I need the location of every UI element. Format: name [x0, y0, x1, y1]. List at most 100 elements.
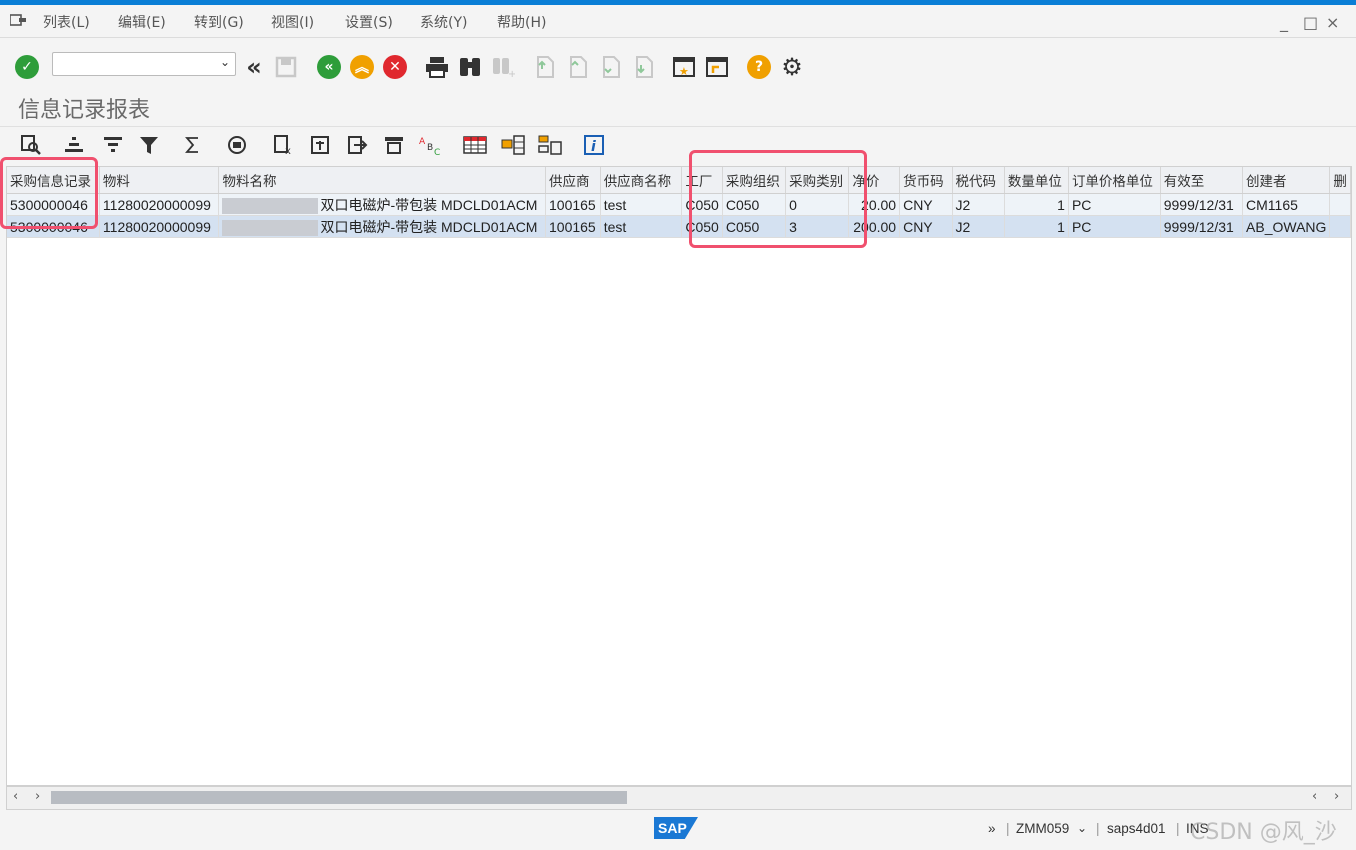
- minimize-button[interactable]: _: [1280, 13, 1288, 32]
- col-header-material[interactable]: 物料: [99, 167, 220, 194]
- status-expand-button[interactable]: »: [988, 821, 996, 836]
- enter-icon[interactable]: ✓: [14, 54, 40, 80]
- watermark: CSDN @风_沙: [1190, 820, 1337, 845]
- next-page-icon[interactable]: [597, 54, 623, 80]
- last-page-icon[interactable]: [630, 54, 656, 80]
- maximize-button[interactable]: □: [1303, 13, 1318, 32]
- cell-tax-code[interactable]: J2: [952, 215, 1005, 238]
- graphics-icon[interactable]: [500, 132, 526, 158]
- cell-vendor-name[interactable]: test: [600, 215, 683, 238]
- chevron-down-icon[interactable]: ⌄: [220, 55, 230, 69]
- status-system[interactable]: saps4d01: [1107, 821, 1166, 836]
- scrollbar-thumb[interactable]: [51, 791, 627, 804]
- settings-icon[interactable]: ⚙: [779, 53, 805, 81]
- cell-created-by[interactable]: CM1165: [1242, 193, 1331, 216]
- menu-list[interactable]: 列表(L): [43, 12, 90, 32]
- sum-icon[interactable]: [180, 132, 206, 158]
- cell-vendor[interactable]: 100165: [545, 215, 601, 238]
- menu-system[interactable]: 系统(Y): [420, 12, 467, 32]
- cell-vendor-name[interactable]: test: [600, 193, 683, 216]
- col-header-tax-code[interactable]: 税代码: [952, 167, 1005, 194]
- table-row[interactable]: 5300000046 11280020000099 双口电磁炉-带包装 MDCL…: [7, 215, 1351, 238]
- exit-icon[interactable]: ︽: [349, 54, 375, 80]
- cell-valid-to[interactable]: 9999/12/31: [1160, 193, 1244, 216]
- cell-order-price-unit[interactable]: PC: [1068, 193, 1161, 216]
- prev-page-icon[interactable]: [564, 54, 590, 80]
- scroll-right-icon[interactable]: ›: [35, 789, 40, 804]
- print-preview-icon[interactable]: x: [270, 132, 296, 158]
- menu-goto[interactable]: 转到(G): [194, 12, 244, 32]
- col-header-truncated[interactable]: 删: [1329, 167, 1351, 194]
- menu-view[interactable]: 视图(I): [271, 12, 314, 32]
- col-header-order-price-unit[interactable]: 订单价格单位: [1068, 167, 1161, 194]
- svg-text:+: +: [508, 69, 515, 78]
- horizontal-scrollbar[interactable]: ‹ › ‹ ›: [6, 786, 1352, 810]
- col-header-valid-to[interactable]: 有效至: [1160, 167, 1244, 194]
- scroll-left-end-icon[interactable]: ‹: [1312, 789, 1317, 804]
- print-icon[interactable]: [424, 54, 450, 80]
- sort-asc-icon[interactable]: [61, 132, 87, 158]
- back-icon[interactable]: «: [316, 54, 342, 80]
- cell-currency[interactable]: CNY: [899, 215, 953, 238]
- help-icon[interactable]: ?: [746, 54, 772, 80]
- info-record-table: 采购信息记录 物料 物料名称 供应商 供应商名称 工厂 采购组织 采购类别 净价…: [7, 167, 1351, 238]
- views-icon[interactable]: [462, 132, 488, 158]
- cell-quantity-unit[interactable]: 1: [1004, 193, 1069, 216]
- cell-created-by[interactable]: AB_OWANG: [1242, 215, 1331, 238]
- cancel-icon[interactable]: ✕: [382, 54, 408, 80]
- table-row[interactable]: 5300000046 11280020000099 双口电磁炉-带包装 MDCL…: [7, 193, 1351, 216]
- back-double-icon[interactable]: «: [241, 53, 267, 81]
- menu-help[interactable]: 帮助(H): [497, 12, 546, 32]
- scroll-left-icon[interactable]: ‹: [13, 789, 18, 804]
- col-header-vendor[interactable]: 供应商: [545, 167, 601, 194]
- cell-valid-to[interactable]: 9999/12/31: [1160, 215, 1244, 238]
- cell-currency[interactable]: CNY: [899, 193, 953, 216]
- alv-grid[interactable]: 采购信息记录 物料 物料名称 供应商 供应商名称 工厂 采购组织 采购类别 净价…: [6, 166, 1352, 786]
- send-icon[interactable]: [344, 132, 370, 158]
- col-header-quantity-unit[interactable]: 数量单位: [1004, 167, 1069, 194]
- cell-quantity-unit[interactable]: 1: [1004, 215, 1069, 238]
- cell-truncated[interactable]: [1329, 193, 1351, 216]
- first-page-icon[interactable]: [531, 54, 557, 80]
- cell-order-price-unit[interactable]: PC: [1068, 215, 1161, 238]
- cell-material[interactable]: 11280020000099: [99, 193, 220, 216]
- page-title: 信息记录报表: [18, 98, 151, 123]
- cell-material-name[interactable]: 双口电磁炉-带包装 MDCLD01ACM: [218, 193, 546, 216]
- export-icon[interactable]: [307, 132, 333, 158]
- subtotal-icon[interactable]: [224, 132, 250, 158]
- col-header-created-by[interactable]: 创建者: [1242, 167, 1331, 194]
- cell-tax-code[interactable]: J2: [952, 193, 1005, 216]
- menu-icon[interactable]: [10, 14, 26, 27]
- filter-icon[interactable]: [136, 132, 162, 158]
- cell-truncated[interactable]: [1329, 215, 1351, 238]
- highlight-box-plant-org-category: [689, 150, 867, 248]
- layout-select-icon[interactable]: [537, 132, 563, 158]
- shortcut-icon[interactable]: [704, 54, 730, 80]
- new-session-icon[interactable]: ★: [671, 54, 697, 80]
- save-icon[interactable]: [273, 54, 299, 80]
- status-separator: |: [1176, 821, 1180, 836]
- col-header-currency[interactable]: 货币码: [899, 167, 953, 194]
- scroll-right-end-icon[interactable]: ›: [1334, 789, 1339, 804]
- svg-text:x: x: [285, 146, 291, 156]
- highlight-box-info-record: [0, 157, 98, 229]
- find-icon[interactable]: [457, 54, 483, 80]
- details-icon[interactable]: [18, 132, 44, 158]
- find-next-icon[interactable]: +: [490, 54, 516, 80]
- cell-material[interactable]: 11280020000099: [99, 215, 220, 238]
- chevron-down-icon[interactable]: ⌄: [1077, 821, 1087, 835]
- abc-analysis-icon[interactable]: ABC: [418, 132, 444, 158]
- command-field[interactable]: ⌄: [52, 52, 236, 76]
- menu-settings[interactable]: 设置(S): [345, 12, 393, 32]
- cell-vendor[interactable]: 100165: [545, 193, 601, 216]
- menu-edit[interactable]: 编辑(E): [118, 12, 166, 32]
- col-header-vendor-name[interactable]: 供应商名称: [600, 167, 683, 194]
- info-icon[interactable]: i: [581, 132, 607, 158]
- layout-icon[interactable]: [381, 132, 407, 158]
- status-transaction[interactable]: ZMM059: [1016, 821, 1069, 836]
- close-window-button[interactable]: ×: [1326, 13, 1339, 32]
- menubar: 列表(L) 编辑(E) 转到(G) 视图(I) 设置(S) 系统(Y) 帮助(H…: [0, 5, 1356, 38]
- sort-desc-icon[interactable]: [100, 132, 126, 158]
- cell-material-name[interactable]: 双口电磁炉-带包装 MDCLD01ACM: [218, 215, 546, 238]
- col-header-material-name[interactable]: 物料名称: [218, 167, 546, 194]
